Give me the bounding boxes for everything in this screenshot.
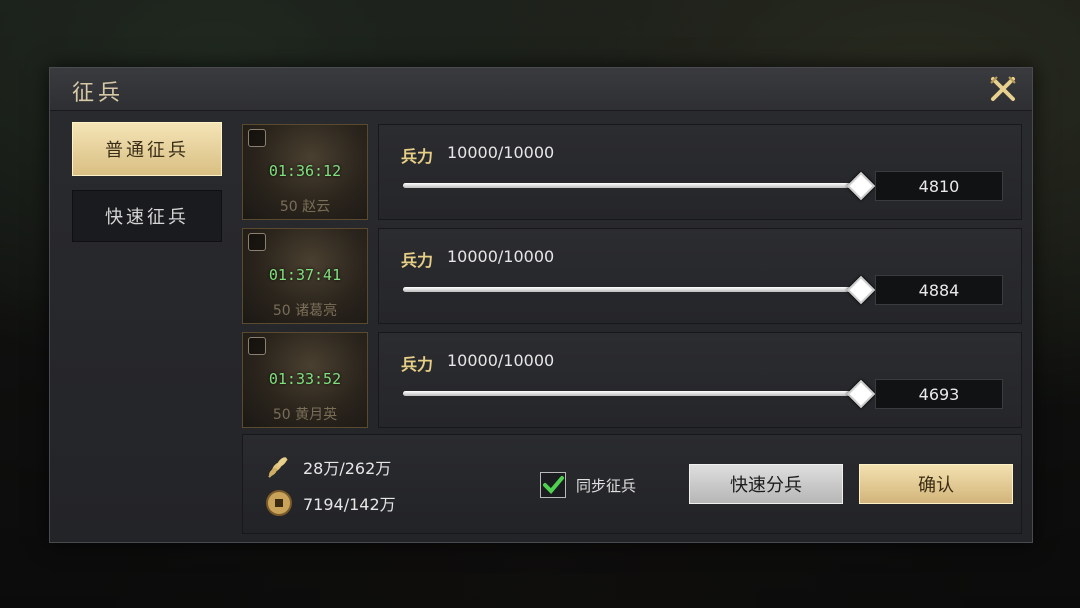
- sync-conscription-label: 同步征兵: [576, 477, 637, 495]
- slider-fill: [403, 391, 859, 396]
- quick-split-button[interactable]: 快速分兵: [689, 464, 843, 504]
- close-button[interactable]: [988, 74, 1018, 104]
- tab-normal-conscription[interactable]: 普通征兵: [72, 122, 222, 176]
- dialog-title: 征兵: [72, 81, 125, 106]
- troop-label: 兵力: [401, 355, 434, 374]
- troop-slider[interactable]: [403, 275, 875, 305]
- checkmark-icon: [543, 476, 564, 494]
- close-icon: [990, 76, 1016, 101]
- general-portrait[interactable]: 01:37:41 50 诸葛亮: [242, 228, 368, 324]
- general-portrait[interactable]: 01:36:12 50 赵云: [242, 124, 368, 220]
- general-row: 01:36:12 50 赵云 兵力 10000/10000 4810: [242, 124, 1022, 220]
- general-portrait[interactable]: 01:33:52 50 黄月英: [242, 332, 368, 428]
- conscription-dialog: 征兵 普通征兵 快速征兵 01:36:12 50 赵云 兵力 10000/100…: [49, 67, 1033, 543]
- troop-slider[interactable]: [403, 171, 875, 201]
- slider-fill: [403, 287, 859, 292]
- slider-fill: [403, 183, 859, 188]
- confirm-button[interactable]: 确认: [859, 464, 1013, 504]
- troop-slider[interactable]: [403, 379, 875, 409]
- coin-amount: 7194/142万: [303, 495, 396, 514]
- troop-panel: 兵力 10000/10000 4810: [378, 124, 1022, 220]
- troop-value: 10000/10000: [447, 143, 555, 162]
- conscription-timer: 01:36:12: [268, 162, 342, 180]
- coin-resource: 7194/142万: [265, 489, 396, 517]
- unit-type-icon: [248, 233, 266, 251]
- sync-conscription-checkbox[interactable]: [540, 472, 566, 498]
- title-bar: 征兵: [50, 68, 1032, 111]
- troop-value: 10000/10000: [447, 351, 555, 370]
- general-row: 01:37:41 50 诸葛亮 兵力 10000/10000 4884: [242, 228, 1022, 324]
- unit-type-icon: [248, 337, 266, 355]
- troop-amount-input[interactable]: 4810: [875, 171, 1003, 201]
- general-row: 01:33:52 50 黄月英 兵力 10000/10000 4693: [242, 332, 1022, 428]
- coin-icon: [266, 490, 292, 516]
- grain-amount: 28万/262万: [303, 459, 392, 478]
- slider-handle[interactable]: [846, 275, 875, 305]
- footer-panel: 28万/262万 7194/142万 同步征兵 快速分兵 确认: [242, 434, 1022, 534]
- tab-quick-conscription[interactable]: 快速征兵: [72, 190, 222, 242]
- hero-level-name: 50 诸葛亮: [272, 303, 338, 319]
- troop-amount-input[interactable]: 4884: [875, 275, 1003, 305]
- hero-level-name: 50 黄月英: [272, 407, 338, 423]
- wheat-icon: [268, 457, 288, 478]
- conscription-timer: 01:37:41: [268, 266, 342, 284]
- grain-resource: 28万/262万: [265, 453, 391, 481]
- slider-handle[interactable]: [846, 171, 875, 201]
- slider-handle[interactable]: [846, 379, 875, 409]
- unit-type-icon: [248, 129, 266, 147]
- troop-label: 兵力: [401, 251, 434, 270]
- hero-level-name: 50 赵云: [279, 199, 331, 215]
- troop-amount-input[interactable]: 4693: [875, 379, 1003, 409]
- troop-panel: 兵力 10000/10000 4693: [378, 332, 1022, 428]
- troop-label: 兵力: [401, 147, 434, 166]
- troop-value: 10000/10000: [447, 247, 555, 266]
- conscription-timer: 01:33:52: [268, 370, 342, 388]
- troop-panel: 兵力 10000/10000 4884: [378, 228, 1022, 324]
